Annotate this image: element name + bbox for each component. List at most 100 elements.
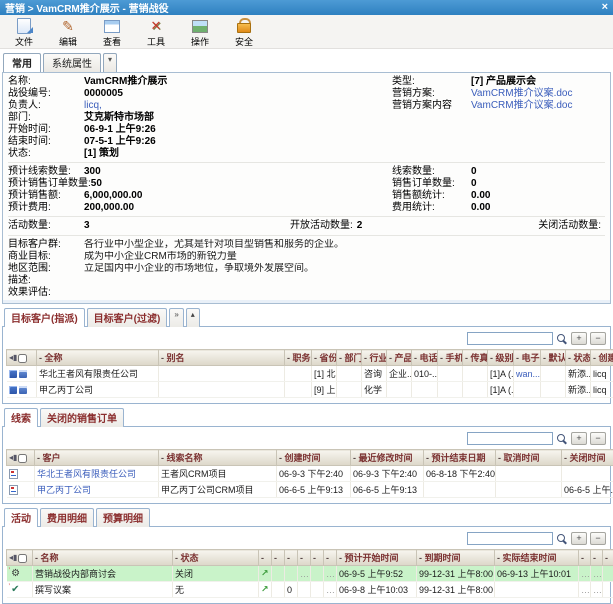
edit-button[interactable]: 编辑 <box>52 18 84 48</box>
cell: 企业... <box>387 366 412 382</box>
table-row[interactable]: 甲乙丙丁公司甲乙丙丁公司CRM项目06-6-5 上午9:1306-6-5 上午9… <box>7 482 613 498</box>
table-row[interactable]: 华北王者风有限责任公司王者风CRM项目06-9-3 下午2:4006-9-3 下… <box>7 466 613 482</box>
column-header[interactable] <box>324 550 337 566</box>
collapse-button[interactable]: − <box>590 432 606 445</box>
cell: 咨询 <box>362 366 387 382</box>
security-button[interactable]: 安全 <box>228 18 260 48</box>
select-column-header: ◂▮ <box>7 350 37 366</box>
cell[interactable]: 甲乙丙丁公司 <box>35 482 159 498</box>
column-header[interactable]: 电话 <box>412 350 438 366</box>
main-tab-0[interactable]: 常用 <box>3 53 41 72</box>
select-all-checkbox[interactable] <box>18 554 27 563</box>
tab-target-customers-more-0[interactable]: » <box>169 308 183 327</box>
column-header[interactable] <box>311 550 324 566</box>
expand-button[interactable]: + <box>571 332 587 345</box>
search-input[interactable] <box>467 432 553 445</box>
collapse-button[interactable]: − <box>590 332 606 345</box>
column-header[interactable]: 最近修改时间 <box>351 450 424 466</box>
column-header[interactable]: 别名 <box>159 350 285 366</box>
column-header[interactable]: 产品 <box>387 350 412 366</box>
view-button[interactable]: 查看 <box>96 18 128 48</box>
column-header[interactable]: 传真 <box>463 350 488 366</box>
collapse-button[interactable]: − <box>590 532 606 545</box>
column-header[interactable] <box>259 550 272 566</box>
search-input[interactable] <box>467 332 553 345</box>
cell <box>424 482 496 498</box>
table-row[interactable]: ʼ✔撰写议案无↗0…06-9-8 上午10:0399-12-31 上午8:00…… <box>7 582 613 598</box>
tab-activities-2[interactable]: 预算明细 <box>96 508 150 527</box>
cell: licq <box>591 366 613 382</box>
column-header[interactable]: 创建 <box>591 350 613 366</box>
tab-leads-1[interactable]: 关闭的销售订单 <box>40 408 124 427</box>
column-header[interactable]: 职务 <box>285 350 312 366</box>
main-tab-1[interactable]: 系统属性 <box>43 53 101 72</box>
column-header[interactable]: 手机 <box>438 350 463 366</box>
file-button[interactable]: 文件 <box>8 18 40 48</box>
column-header[interactable]: 实际结束时间 <box>495 550 579 566</box>
column-header[interactable]: 预计开始时间 <box>337 550 417 566</box>
paging-icon[interactable]: ◂▮ <box>9 553 17 562</box>
close-icon[interactable]: × <box>602 2 608 13</box>
cell: 营销战役内部商讨会 <box>33 566 173 582</box>
column-header[interactable] <box>591 550 603 566</box>
column-header[interactable]: 客户 <box>35 450 159 466</box>
cell[interactable]: 华北王者风有限责任公司 <box>35 466 159 482</box>
field-label: 销售订单数量: <box>392 178 471 189</box>
column-header[interactable]: 取消时间 <box>496 450 562 466</box>
row-icons-cell <box>7 382 37 398</box>
column-header[interactable]: 到期时间 <box>417 550 495 566</box>
column-header[interactable]: 状态 <box>566 350 591 366</box>
table-row[interactable]: 华北王者风有限责任公司[1] 北...咨询企业...010-...[1]A (.… <box>7 366 613 382</box>
file-button-label: 文件 <box>15 35 33 48</box>
magnifier-icon[interactable] <box>556 533 568 545</box>
magnifier-icon[interactable] <box>556 433 568 445</box>
column-header[interactable]: 状态 <box>173 550 259 566</box>
tab-activities-1[interactable]: 费用明细 <box>40 508 94 527</box>
column-header[interactable]: 全称 <box>37 350 159 366</box>
column-header[interactable] <box>285 550 298 566</box>
field-value[interactable]: licq, <box>84 100 102 111</box>
column-header[interactable]: 电子 <box>514 350 541 366</box>
tab-target-customers-more-1[interactable]: ▴ <box>186 308 200 327</box>
column-header[interactable]: 部门 <box>337 350 362 366</box>
main-tab-2[interactable]: ▾ <box>103 53 117 72</box>
field-value[interactable]: VamCRM推介议案.doc <box>471 100 573 111</box>
column-header[interactable]: 省份 <box>312 350 337 366</box>
cell: 新添... <box>566 382 591 398</box>
cell[interactable]: wan... <box>514 366 541 382</box>
table-row[interactable]: ʼ⚙营销战役内部商讨会关闭↗……06-9-5 上午9:5299-12-31 上午… <box>7 566 613 582</box>
column-header[interactable] <box>579 550 591 566</box>
column-header[interactable] <box>298 550 311 566</box>
select-all-checkbox[interactable] <box>18 454 27 463</box>
column-header[interactable]: 默认 <box>541 350 566 366</box>
tab-target-customers-0[interactable]: 目标客户(指派) <box>4 308 85 327</box>
column-header[interactable]: 线索名称 <box>159 450 277 466</box>
magnifier-icon[interactable] <box>556 333 568 345</box>
text-field-row: 商业目标:成为中小企业CRM市场的新锐力量 <box>8 251 605 262</box>
column-header[interactable]: 预计结束日期 <box>424 450 496 466</box>
paging-icon[interactable]: ◂▮ <box>9 453 17 462</box>
tab-leads-0[interactable]: 线索 <box>4 408 38 427</box>
tab-target-customers-1[interactable]: 目标客户(过滤) <box>87 308 168 327</box>
table-row[interactable]: 甲乙丙丁公司[9] 上...化学[1]A (...新添...licq <box>7 382 613 398</box>
open-activity-count-value: 2 <box>357 220 363 232</box>
column-header[interactable]: 名称 <box>33 550 173 566</box>
column-header[interactable] <box>272 550 285 566</box>
operate-button[interactable]: 操作 <box>184 18 216 48</box>
column-header[interactable] <box>603 550 613 566</box>
select-all-checkbox[interactable] <box>18 354 27 363</box>
column-header[interactable]: 创建时间 <box>277 450 351 466</box>
section-body-leads: +−◂▮客户线索名称创建时间最近修改时间预计结束日期取消时间关闭时间华北王者风有… <box>2 426 611 504</box>
expand-button[interactable]: + <box>571 432 587 445</box>
paging-icon[interactable]: ◂▮ <box>9 353 17 362</box>
tools-button[interactable]: 工具 <box>140 18 172 48</box>
tab-activities-0[interactable]: 活动 <box>4 508 38 527</box>
column-header[interactable]: 行业 <box>362 350 387 366</box>
column-header[interactable]: 级别 <box>488 350 514 366</box>
search-input[interactable] <box>467 532 553 545</box>
operate-button-label: 操作 <box>191 35 209 48</box>
expand-button[interactable]: + <box>571 532 587 545</box>
field-value[interactable]: VamCRM推介议案.doc <box>471 88 573 99</box>
cell <box>311 582 324 598</box>
column-header[interactable]: 关闭时间 <box>562 450 613 466</box>
